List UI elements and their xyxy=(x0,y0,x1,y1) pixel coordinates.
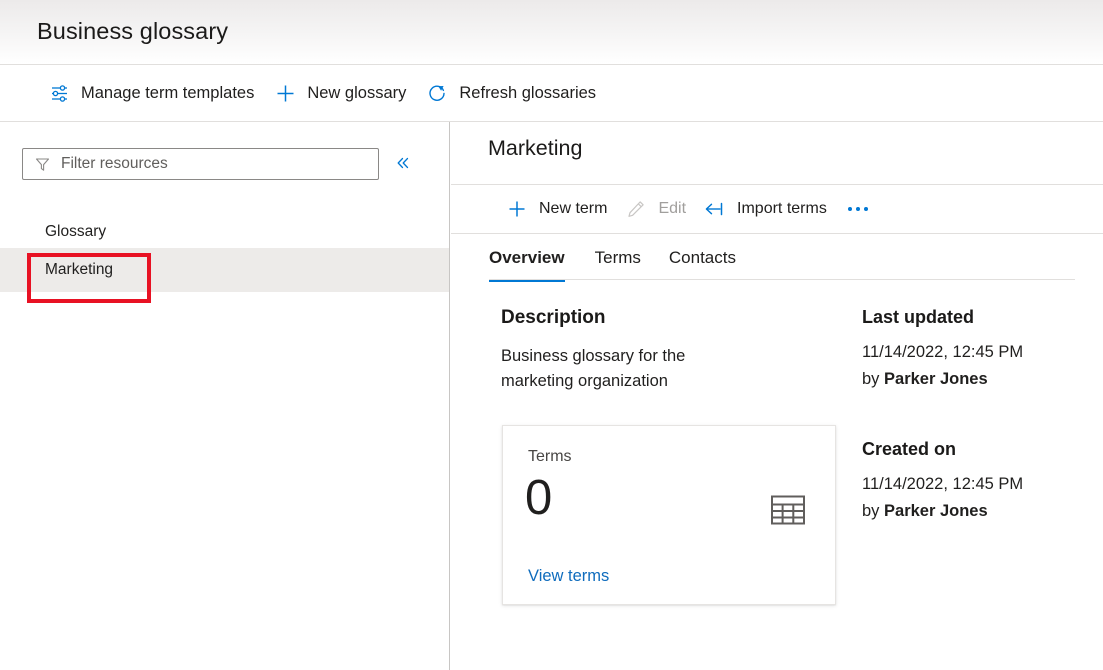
glossary-sidebar: Glossary Marketing xyxy=(0,122,450,670)
filter-row xyxy=(22,148,419,180)
edit-label: Edit xyxy=(658,201,686,217)
plus-icon xyxy=(506,198,528,220)
filter-funnel-icon xyxy=(34,156,51,173)
tree-group-label: Glossary xyxy=(0,216,449,248)
last-updated-value: 11/14/2022, 12:45 PM by Parker Jones xyxy=(862,339,1032,393)
terms-card-count: 0 xyxy=(525,474,552,523)
tab-contacts[interactable]: Contacts xyxy=(655,234,750,282)
new-term-label: New term xyxy=(539,201,607,217)
manage-term-templates-button[interactable]: Manage term templates xyxy=(38,73,264,113)
pencil-icon xyxy=(625,198,647,220)
import-terms-label: Import terms xyxy=(737,201,827,217)
detail-tabs: Overview Terms Contacts xyxy=(489,234,750,282)
view-terms-link[interactable]: View terms xyxy=(528,567,609,586)
terms-card[interactable]: Terms 0 View terms xyxy=(502,425,836,605)
created-on-heading: Created on xyxy=(862,439,1077,461)
tab-contacts-label: Contacts xyxy=(669,248,736,268)
last-updated-user: Parker Jones xyxy=(884,370,988,388)
sidebar-item-label: Marketing xyxy=(45,261,113,279)
description-text: Business glossary for the marketing orga… xyxy=(501,344,731,395)
refresh-glossaries-button[interactable]: Refresh glossaries xyxy=(416,73,606,113)
tab-overview[interactable]: Overview xyxy=(489,234,581,282)
terms-card-label: Terms xyxy=(528,448,572,466)
last-updated-block: Last updated 11/14/2022, 12:45 PM by Par… xyxy=(862,307,1077,393)
detail-title: Marketing xyxy=(488,138,582,160)
manage-term-templates-label: Manage term templates xyxy=(81,85,254,102)
created-on-block: Created on 11/14/2022, 12:45 PM by Parke… xyxy=(862,439,1077,525)
double-chevron-left-icon xyxy=(395,155,411,174)
page-header: Business glossary xyxy=(0,0,1103,64)
created-on-value: 11/14/2022, 12:45 PM by Parker Jones xyxy=(862,471,1032,525)
refresh-glossaries-label: Refresh glossaries xyxy=(459,85,596,102)
more-horizontal-icon xyxy=(848,207,868,211)
tabs-divider xyxy=(489,279,1075,280)
overview-left-column: Description Business glossary for the ma… xyxy=(501,307,846,395)
filter-resources-box[interactable] xyxy=(22,148,379,180)
created-on-user: Parker Jones xyxy=(884,502,988,520)
detail-command-bar: New term Edit xyxy=(451,185,1103,233)
edit-button[interactable]: Edit xyxy=(616,189,695,229)
import-terms-button[interactable]: Import terms xyxy=(695,189,836,229)
overview-content: Description Business glossary for the ma… xyxy=(451,307,1103,670)
last-updated-heading: Last updated xyxy=(862,307,1077,329)
glossary-tree: Glossary Marketing xyxy=(0,216,449,292)
new-term-button[interactable]: New term xyxy=(497,189,616,229)
sidebar-item-marketing[interactable]: Marketing xyxy=(0,248,449,292)
plus-icon xyxy=(274,82,296,104)
global-command-bar: Manage term templates New glossary Refre… xyxy=(0,65,1103,121)
more-options-button[interactable] xyxy=(836,189,880,229)
tab-terms[interactable]: Terms xyxy=(581,234,655,282)
filter-resources-input[interactable] xyxy=(61,150,370,178)
table-grid-icon xyxy=(771,495,805,530)
import-arrow-icon xyxy=(704,198,726,220)
tab-overview-label: Overview xyxy=(489,248,565,268)
refresh-icon xyxy=(426,82,448,104)
new-glossary-button[interactable]: New glossary xyxy=(264,73,416,113)
page-title: Business glossary xyxy=(37,20,228,44)
tab-terms-label: Terms xyxy=(595,248,641,268)
collapse-sidebar-button[interactable] xyxy=(387,148,419,180)
description-heading: Description xyxy=(501,307,846,329)
new-glossary-label: New glossary xyxy=(307,85,406,102)
business-glossary-page: Business glossary Manage term templates xyxy=(0,0,1103,670)
glossary-detail-panel: Marketing New term xyxy=(451,122,1103,670)
settings-sliders-icon xyxy=(48,82,70,104)
overview-right-column: Last updated 11/14/2022, 12:45 PM by Par… xyxy=(862,307,1077,525)
